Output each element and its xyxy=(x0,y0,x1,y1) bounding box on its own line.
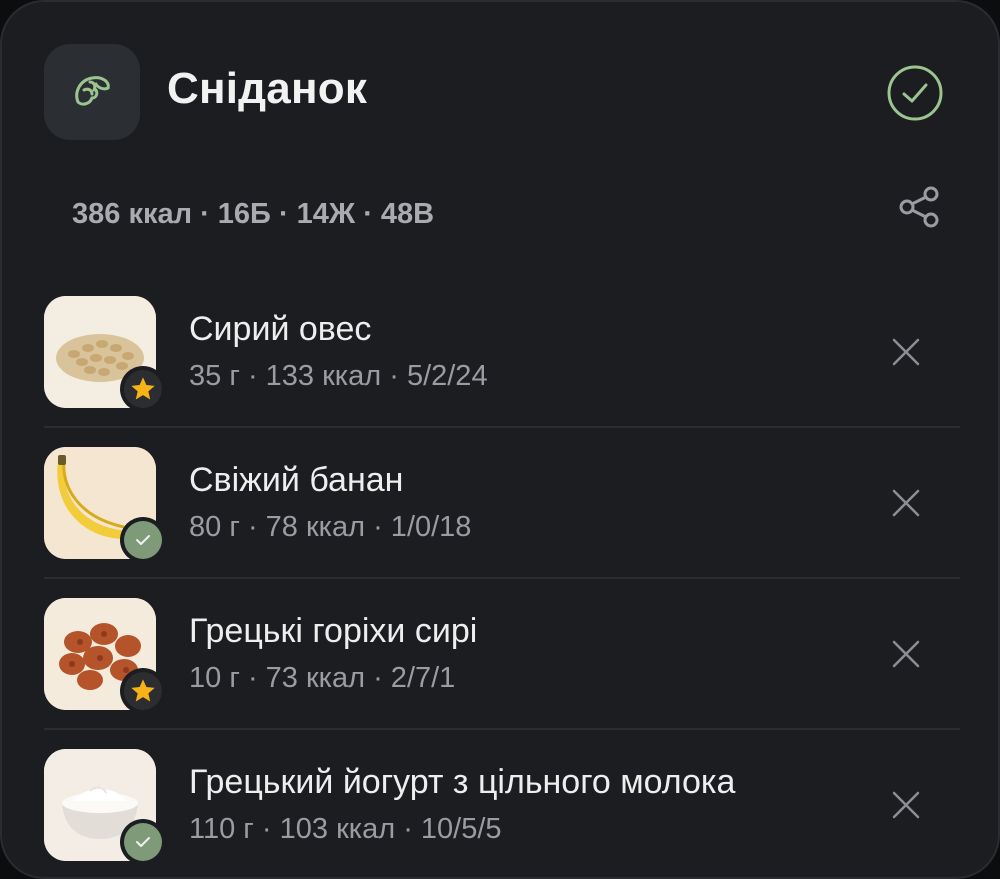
meal-title: Сніданок xyxy=(167,64,368,113)
divider xyxy=(44,728,960,730)
share-button[interactable] xyxy=(896,184,944,230)
food-item-meta: 80 г · 78 ккал · 1/0/18 xyxy=(189,511,472,543)
check-icon xyxy=(136,535,150,545)
remove-item-button[interactable] xyxy=(886,785,926,825)
food-item-name: Грецький йогурт з цільного молока xyxy=(189,763,736,801)
divider xyxy=(44,577,960,579)
remove-item-button[interactable] xyxy=(886,332,926,372)
close-icon xyxy=(892,640,920,668)
star-icon xyxy=(131,377,155,400)
remove-item-button[interactable] xyxy=(886,634,926,674)
eaten-badge xyxy=(120,819,166,865)
remove-item-button[interactable] xyxy=(886,483,926,523)
close-icon xyxy=(892,338,920,366)
food-item-oats[interactable]: Сирий овес 35 г · 133 ккал · 5/2/24 xyxy=(44,296,960,446)
star-icon xyxy=(131,679,155,702)
food-item-name: Свіжий банан xyxy=(189,461,404,499)
food-item-meta: 10 г · 73 ккал · 2/7/1 xyxy=(189,662,456,694)
complete-meal-button[interactable] xyxy=(886,64,944,122)
divider xyxy=(44,426,960,428)
food-item-yogurt[interactable]: Грецький йогурт з цільного молока 110 г … xyxy=(44,749,960,877)
favorite-badge xyxy=(120,366,166,412)
meal-nutrition-summary: 386 ккал · 16Б · 14Ж · 48В xyxy=(72,198,435,230)
croissant-icon xyxy=(44,44,140,140)
eaten-badge xyxy=(120,517,166,563)
favorite-badge xyxy=(120,668,166,714)
food-item-walnuts[interactable]: Грецькі горіхи сирі 10 г · 73 ккал · 2/7… xyxy=(44,598,960,748)
food-item-name: Грецькі горіхи сирі xyxy=(189,612,478,650)
food-item-banana[interactable]: Свіжий банан 80 г · 78 ккал · 1/0/18 xyxy=(44,447,960,597)
food-item-name: Сирий овес xyxy=(189,310,372,348)
food-item-meta: 110 г · 103 ккал · 10/5/5 xyxy=(189,813,502,845)
meal-card: Сніданок 386 ккал · 16Б · 14Ж · 48В Сири… xyxy=(0,0,1000,879)
close-icon xyxy=(892,791,920,819)
check-circle-icon xyxy=(887,65,943,121)
check-icon xyxy=(136,837,150,847)
close-icon xyxy=(892,489,920,517)
share-icon xyxy=(899,186,939,228)
food-item-meta: 35 г · 133 ккал · 5/2/24 xyxy=(189,360,488,392)
